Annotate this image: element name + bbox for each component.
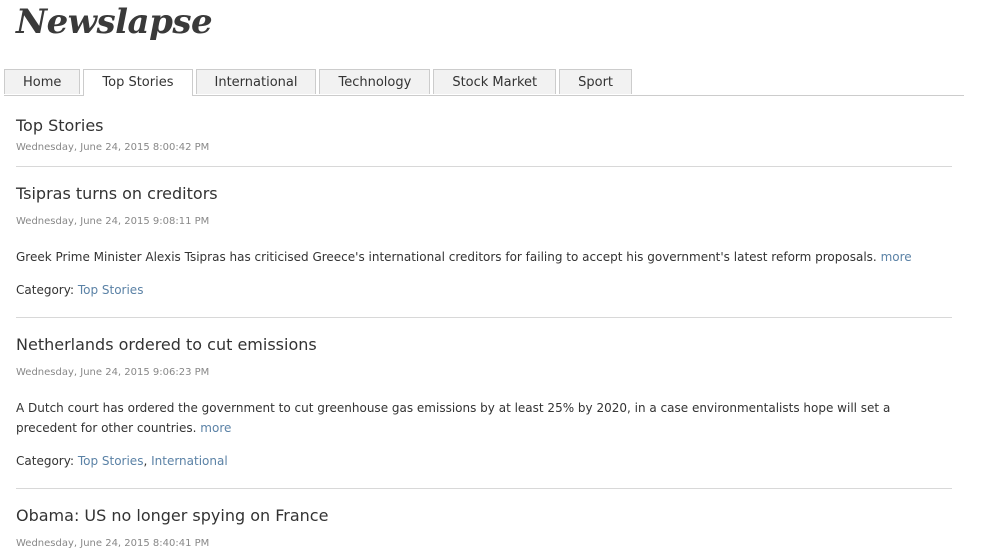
category-link-top-stories[interactable]: Top Stories [78, 283, 144, 297]
nav-tabs: Home Top Stories International Technolog… [4, 69, 964, 96]
article-item: Netherlands ordered to cut emissions Wed… [16, 318, 952, 489]
article-summary: A Dutch court has ordered the government… [16, 398, 952, 438]
tab-technology[interactable]: Technology [319, 69, 431, 94]
article-timestamp: Wednesday, June 24, 2015 9:08:11 PM [16, 216, 210, 227]
article-summary: Greek Prime Minister Alexis Tsipras has … [16, 247, 952, 267]
article-item: Tsipras turns on creditors Wednesday, Ju… [16, 167, 952, 318]
category-label: Category: [16, 283, 74, 297]
section-header: Top Stories Wednesday, June 24, 2015 8:0… [16, 104, 952, 167]
tab-sport[interactable]: Sport [559, 69, 633, 94]
section-timestamp: Wednesday, June 24, 2015 8:00:42 PM [16, 142, 210, 153]
article-title[interactable]: Tsipras turns on creditors [16, 167, 952, 204]
article-title[interactable]: Obama: US no longer spying on France [16, 489, 952, 526]
article-title[interactable]: Netherlands ordered to cut emissions [16, 318, 952, 355]
article-categories: Category: Top Stories, International [16, 454, 228, 468]
category-label: Category: [16, 454, 74, 468]
article-summary-text: Greek Prime Minister Alexis Tsipras has … [16, 250, 877, 264]
article-categories: Category: Top Stories [16, 280, 952, 317]
article-timestamp: Wednesday, June 24, 2015 9:06:23 PM [16, 367, 210, 378]
site-logo[interactable]: Newslapse [16, 0, 213, 44]
tab-stock-market[interactable]: Stock Market [433, 69, 557, 94]
article-item: Obama: US no longer spying on France Wed… [16, 489, 952, 550]
article-summary-text: A Dutch court has ordered the government… [16, 401, 891, 435]
more-link[interactable]: more [200, 421, 231, 435]
main-content: Top Stories Wednesday, June 24, 2015 8:0… [16, 104, 952, 550]
category-link-international[interactable]: International [151, 454, 228, 468]
category-link-top-stories[interactable]: Top Stories [78, 454, 144, 468]
more-link[interactable]: more [881, 250, 912, 264]
tab-international[interactable]: International [195, 69, 317, 94]
article-timestamp: Wednesday, June 24, 2015 8:40:41 PM [16, 538, 210, 549]
tab-home[interactable]: Home [4, 69, 81, 94]
tab-top-stories[interactable]: Top Stories [83, 69, 193, 96]
section-title: Top Stories [16, 116, 104, 135]
